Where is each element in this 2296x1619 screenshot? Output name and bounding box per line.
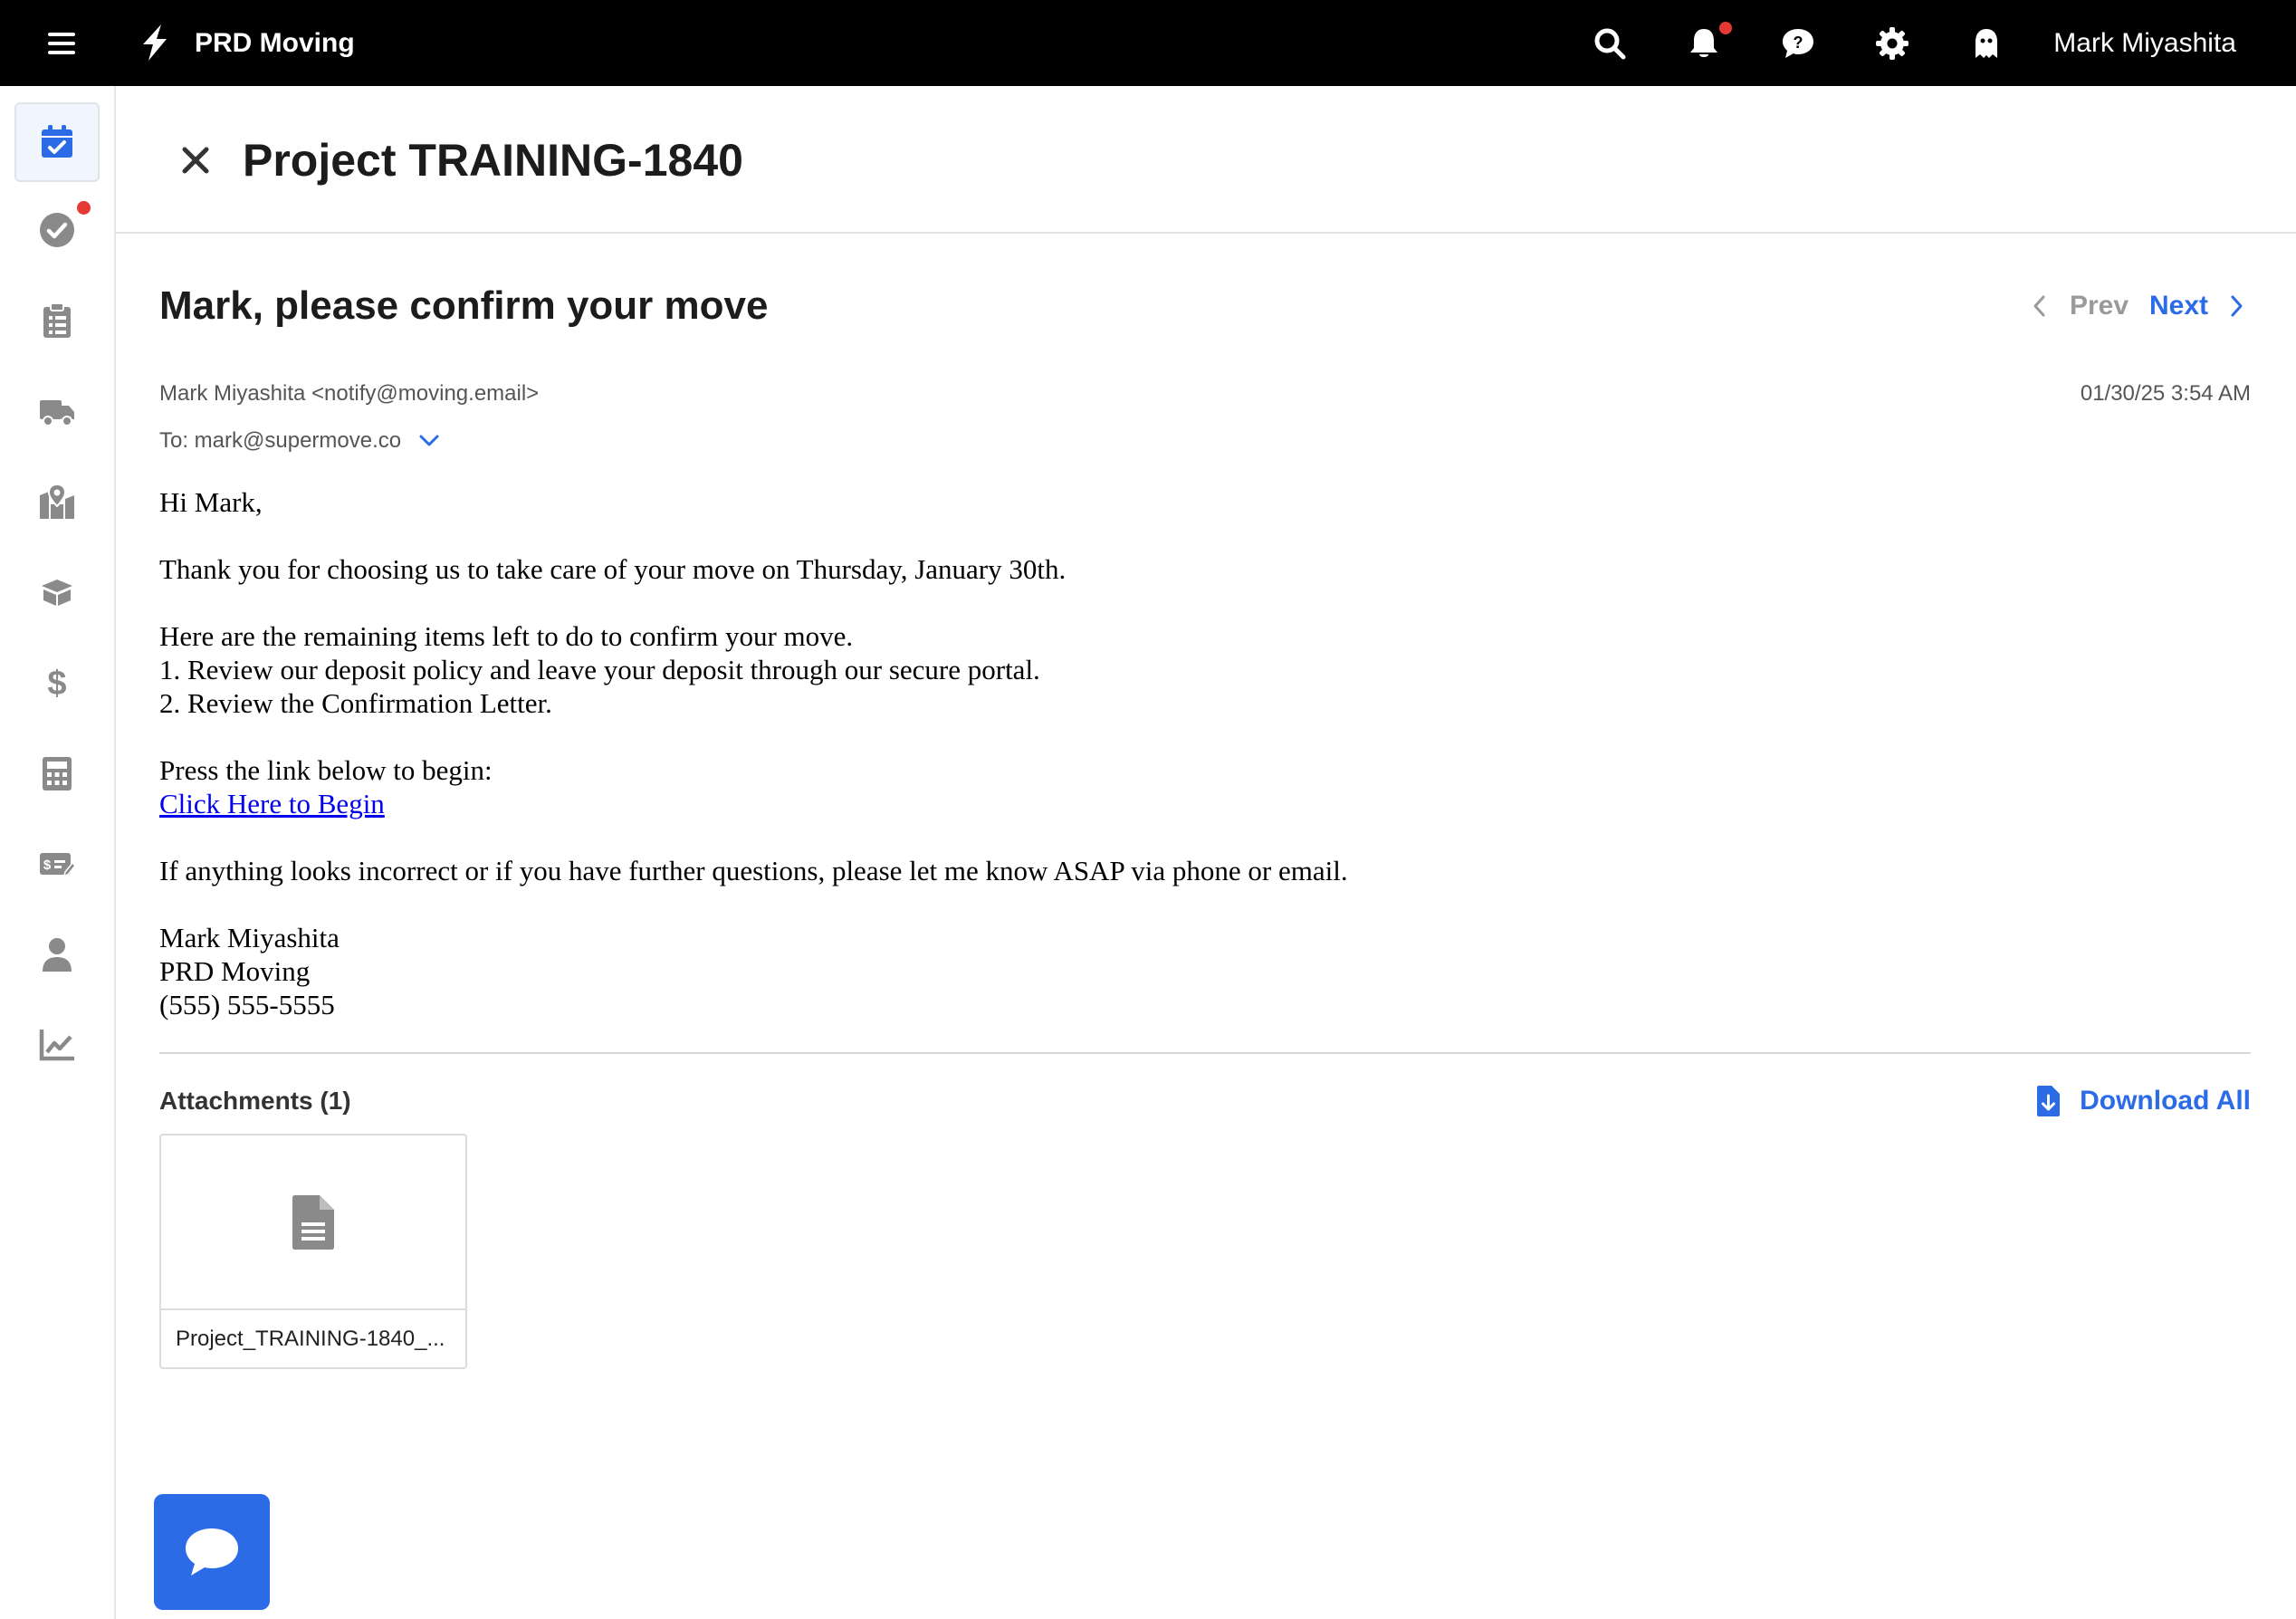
clipboard-list-icon xyxy=(43,302,71,338)
download-all-button[interactable]: Download All xyxy=(2034,1083,2251,1119)
attachment-thumbnail xyxy=(161,1135,465,1310)
sidebar-item-reports[interactable] xyxy=(14,1005,100,1085)
search-icon[interactable] xyxy=(1592,25,1628,62)
truck-icon xyxy=(40,400,74,426)
email-greeting: Hi Mark, xyxy=(159,486,263,518)
box-icon xyxy=(42,580,72,606)
chat-button[interactable] xyxy=(154,1494,270,1610)
attachment-card[interactable]: Project_TRAINING-1840_... xyxy=(159,1134,467,1369)
close-icon[interactable] xyxy=(177,142,214,178)
lightning-logo-icon[interactable] xyxy=(136,23,174,62)
svg-text:$: $ xyxy=(43,857,52,873)
svg-text:$: $ xyxy=(47,665,66,702)
chevron-left-icon xyxy=(2033,295,2045,317)
attachment-filename: Project_TRAINING-1840_... xyxy=(176,1327,445,1351)
chat-question-icon[interactable]: ? xyxy=(1780,25,1816,62)
chat-bubble-icon xyxy=(186,1528,238,1576)
user-icon xyxy=(43,938,72,972)
sidebar-item-inventory[interactable] xyxy=(14,552,100,632)
email-sender: Mark Miyashita <notify@moving.email> xyxy=(159,381,540,406)
calculator-icon xyxy=(43,757,72,790)
email-to: To: mark@supermove.co xyxy=(159,428,402,453)
chart-line-icon xyxy=(39,1030,74,1061)
email-thanks: Thank you for choosing us to take care o… xyxy=(159,553,1067,585)
sidebar-item-map[interactable] xyxy=(14,462,100,541)
sidebar-item-invoices[interactable]: $ xyxy=(14,824,100,904)
email-item-1: 1. Review our deposit policy and leave y… xyxy=(159,654,1040,685)
attachments-title: Attachments (1) xyxy=(159,1087,351,1115)
notification-dot xyxy=(1719,22,1732,34)
email-recipients[interactable]: To: mark@supermove.co xyxy=(159,426,441,456)
sidebar-item-calendar[interactable] xyxy=(14,102,100,182)
sidebar-item-customers[interactable] xyxy=(14,915,100,994)
chevron-right-icon xyxy=(2231,295,2243,317)
begin-link[interactable]: Click Here to Begin xyxy=(159,788,385,819)
sidebar-item-billing[interactable]: $ xyxy=(14,643,100,723)
ghost-icon[interactable] xyxy=(1968,25,2004,62)
email-press: Press the link below to begin: xyxy=(159,754,493,786)
check-circle-icon xyxy=(40,213,74,247)
map-pin-icon xyxy=(40,483,74,519)
dollar-icon: $ xyxy=(47,665,66,702)
sidebar-item-calculator[interactable] xyxy=(14,733,100,813)
signature-name: Mark Miyashita xyxy=(159,922,340,953)
prev-label: Prev xyxy=(2070,291,2129,321)
email-item-2: 2. Review the Confirmation Letter. xyxy=(159,687,552,719)
file-download-icon xyxy=(2037,1086,2061,1116)
prev-button[interactable]: Prev xyxy=(2028,288,2129,324)
sidebar-item-truck[interactable] xyxy=(14,371,100,451)
calendar-check-icon xyxy=(42,125,72,158)
top-bar: PRD Moving ? Mark Miyashita xyxy=(0,0,2296,86)
gear-icon[interactable] xyxy=(1874,25,1910,62)
download-all-label: Download All xyxy=(2080,1086,2251,1116)
email-intro: Here are the remaining items left to do … xyxy=(159,620,854,652)
brand-name[interactable]: PRD Moving xyxy=(195,25,355,62)
signature-phone: (555) 555-5555 xyxy=(159,989,335,1020)
signature-company: PRD Moving xyxy=(159,955,311,987)
next-label: Next xyxy=(2149,291,2209,321)
email-body: Hi Mark, Thank you for choosing us to ta… xyxy=(159,485,2151,1021)
email-date: 01/30/25 3:54 AM xyxy=(2080,381,2251,406)
email-subject: Mark, please confirm your move xyxy=(159,283,769,328)
next-button[interactable]: Next xyxy=(2149,288,2248,324)
email-questions: If anything looks incorrect or if you ha… xyxy=(159,855,1348,886)
svg-text:?: ? xyxy=(1794,34,1803,52)
user-menu[interactable]: Mark Miyashita xyxy=(2053,25,2236,62)
divider xyxy=(159,1052,2251,1054)
document-icon xyxy=(292,1194,334,1250)
invoice-edit-icon: $ xyxy=(40,853,76,877)
sidebar: $ $ xyxy=(0,86,116,1619)
sidebar-item-clipboard[interactable] xyxy=(14,281,100,360)
bell-icon[interactable] xyxy=(1686,25,1722,62)
page-title: Project TRAINING-1840 xyxy=(243,135,743,186)
chevron-down-icon[interactable] xyxy=(417,429,441,453)
tasks-notification-dot xyxy=(77,201,91,215)
page-header: Project TRAINING-1840 xyxy=(116,86,2296,234)
menu-icon[interactable] xyxy=(45,27,78,60)
